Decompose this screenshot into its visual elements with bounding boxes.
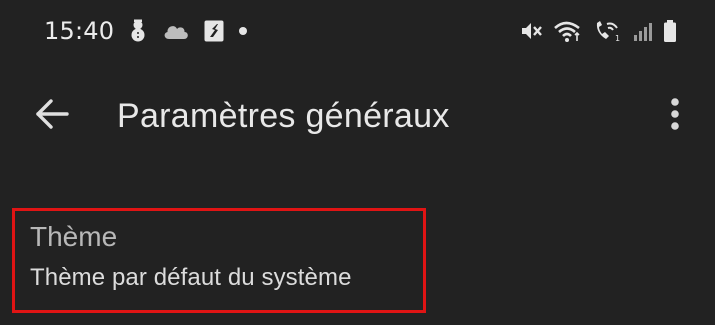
page-title: Paramètres généraux bbox=[117, 97, 450, 135]
theme-setting-value: Thème par défaut du système bbox=[30, 264, 352, 291]
status-bar: 15:40 1 bbox=[0, 0, 715, 62]
wifi-icon bbox=[553, 19, 583, 43]
signal-icon bbox=[633, 20, 653, 42]
wifi-calling-icon: 1 bbox=[593, 19, 623, 43]
dot-icon bbox=[238, 26, 248, 36]
back-button[interactable] bbox=[26, 92, 78, 140]
snowman-icon bbox=[128, 19, 148, 43]
status-right-group: 1 bbox=[519, 14, 677, 48]
svg-text:1: 1 bbox=[615, 34, 620, 43]
mute-icon bbox=[519, 19, 543, 43]
battery-icon bbox=[663, 19, 677, 43]
settings-screen: 15:40 1 Paramètres généraux Thème Thème … bbox=[0, 0, 715, 325]
theme-setting-title: Thème bbox=[30, 221, 118, 252]
arrow-back-icon bbox=[34, 98, 70, 134]
app-notification-icon bbox=[204, 20, 224, 42]
cloud-icon bbox=[162, 22, 190, 40]
more-options-button[interactable] bbox=[655, 92, 695, 140]
app-bar: Paramètres généraux bbox=[0, 78, 715, 154]
more-vert-icon bbox=[670, 97, 680, 135]
theme-setting-item[interactable]: Thème Thème par défaut du système bbox=[12, 208, 426, 313]
status-time: 15:40 bbox=[44, 17, 115, 45]
status-left-group: 15:40 bbox=[44, 14, 248, 48]
